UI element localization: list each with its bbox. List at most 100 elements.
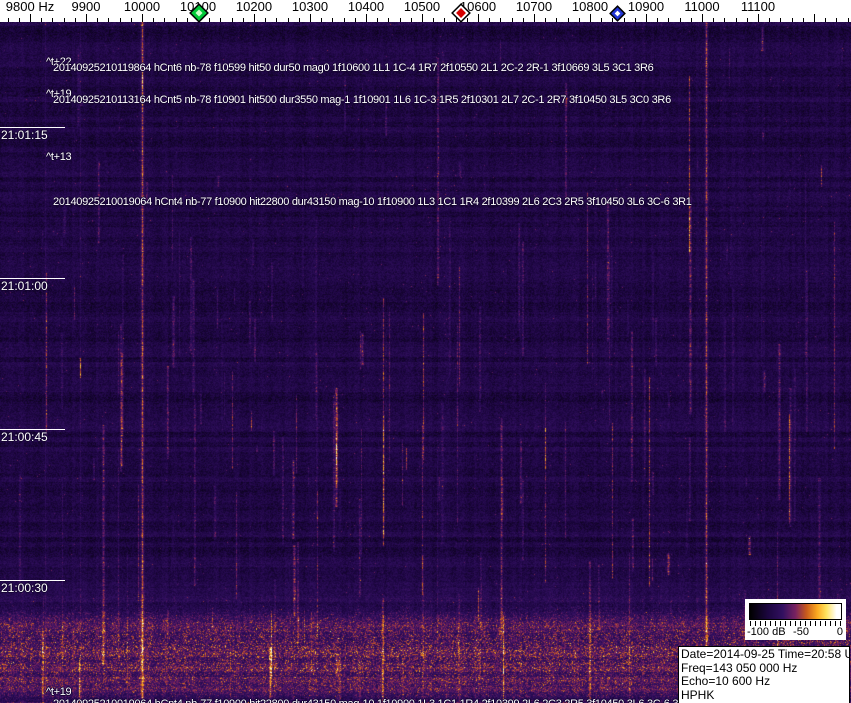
freq-minor-tick (444, 18, 446, 22)
freq-minor-tick (657, 18, 659, 22)
freq-minor-tick (567, 18, 569, 22)
freq-major-tick (422, 14, 423, 22)
freq-minor-tick (153, 18, 155, 22)
freq-minor-tick (265, 18, 267, 22)
freq-minor-tick (164, 18, 166, 22)
freq-major-tick (646, 14, 647, 22)
freq-minor-tick (186, 18, 188, 22)
db-scale-tick (820, 621, 821, 626)
freq-minor-tick (52, 18, 54, 22)
freq-minor-tick (522, 18, 524, 22)
freq-axis-label: 10700 (515, 0, 553, 14)
marker-blue[interactable] (608, 4, 626, 27)
freq-axis-label: 11000 (684, 0, 720, 14)
freq-minor-tick (679, 18, 681, 22)
db-scale-tick (815, 621, 816, 626)
freq-minor-tick (500, 18, 502, 22)
event-time-tag: ^t+19 (46, 686, 72, 698)
freq-major-tick (534, 14, 535, 22)
freq-minor-tick (276, 18, 278, 22)
freq-major-tick (30, 14, 31, 22)
freq-minor-tick (780, 18, 782, 22)
freq-minor-tick (7, 18, 9, 22)
db-label-min: -100 dB (747, 626, 786, 638)
event-record-text: 20140925210119864 hCnt6 nb-78 f10599 hit… (53, 62, 654, 74)
freq-axis-label: 10300 (291, 0, 329, 14)
freq-minor-tick (209, 18, 211, 22)
freq-minor-tick (578, 18, 580, 22)
meteor-spectrogram-app: 9800 Hz990010000101001020010300104001050… (0, 0, 851, 703)
freq-axis-label: 10400 (347, 0, 385, 14)
marker-red[interactable] (451, 3, 471, 28)
freq-minor-tick (399, 18, 401, 22)
freq-minor-tick (377, 18, 379, 22)
db-scale-tick (830, 621, 831, 626)
freq-minor-tick (119, 18, 121, 22)
freq-major-tick (702, 14, 703, 22)
spectrogram-canvas[interactable] (0, 22, 851, 703)
freq-minor-tick (18, 18, 20, 22)
db-scale-legend: -100 dB -50 0 (745, 599, 846, 640)
freq-major-tick (590, 14, 591, 22)
event-record-text: 20140925210019064 hCnt4 nb-77 f10900 hit… (53, 698, 692, 703)
db-label-mid: -50 (793, 626, 809, 638)
time-axis-label: 21:01:15 (1, 128, 48, 142)
freq-minor-tick (41, 18, 43, 22)
freq-minor-tick (836, 18, 838, 22)
freq-minor-tick (713, 18, 715, 22)
freq-minor-tick (825, 18, 827, 22)
freq-minor-tick (791, 18, 793, 22)
freq-major-tick (478, 14, 479, 22)
db-scale-tick (825, 621, 826, 626)
freq-minor-tick (74, 18, 76, 22)
freq-minor-tick (545, 18, 547, 22)
time-axis-label: 21:00:45 (1, 430, 48, 444)
freq-major-tick (366, 14, 367, 22)
freq-minor-tick (735, 18, 737, 22)
freq-major-tick (814, 14, 815, 22)
freq-minor-tick (433, 18, 435, 22)
time-axis-label: 21:00:30 (1, 581, 48, 595)
info-date-time: Date=2014-09-25 Time=20:58 UTC (681, 647, 849, 661)
event-record-text: 20140925210113164 hCnt5 nb-78 f10901 hit… (53, 94, 671, 106)
freq-minor-tick (410, 18, 412, 22)
info-station: HPHK (681, 687, 715, 702)
freq-minor-tick (298, 18, 300, 22)
db-scale-tick (835, 621, 836, 626)
info-echo: Echo=10 600 Hz (681, 674, 771, 688)
freq-axis-label: 9900 (71, 0, 101, 14)
freq-minor-tick (220, 18, 222, 22)
freq-minor-tick (63, 18, 65, 22)
freq-axis-label: 11100 (740, 0, 776, 14)
event-time-tag: ^t+13 (46, 151, 72, 163)
freq-minor-tick (321, 18, 323, 22)
info-frequency: Freq=143 050 000 Hz (681, 660, 798, 675)
freq-minor-tick (690, 18, 692, 22)
freq-minor-tick (511, 18, 513, 22)
freq-minor-tick (130, 18, 132, 22)
db-scale-tick (810, 621, 811, 626)
freq-minor-tick (175, 18, 177, 22)
freq-minor-tick (802, 18, 804, 22)
freq-minor-tick (601, 18, 603, 22)
marker-green[interactable] (189, 3, 209, 28)
freq-major-tick (86, 14, 87, 22)
db-gradient-bar (749, 603, 842, 620)
freq-minor-tick (847, 18, 849, 22)
freq-minor-tick (489, 18, 491, 22)
freq-minor-tick (108, 18, 110, 22)
time-axis-label: 21:01:00 (1, 279, 48, 293)
freq-minor-tick (231, 18, 233, 22)
freq-minor-tick (668, 18, 670, 22)
freq-minor-tick (242, 18, 244, 22)
freq-axis-label: 9800 Hz (5, 0, 55, 14)
freq-axis-label: 10500 (403, 0, 441, 14)
db-label-max: 0 (836, 626, 843, 638)
freq-axis-label: 10000 (123, 0, 161, 14)
freq-major-tick (758, 14, 759, 22)
freq-minor-tick (724, 18, 726, 22)
freq-minor-tick (97, 18, 99, 22)
freq-major-tick (310, 14, 311, 22)
event-record-text: 20140925210019064 hCnt4 nb-77 f10900 hit… (53, 196, 692, 208)
freq-minor-tick (287, 18, 289, 22)
